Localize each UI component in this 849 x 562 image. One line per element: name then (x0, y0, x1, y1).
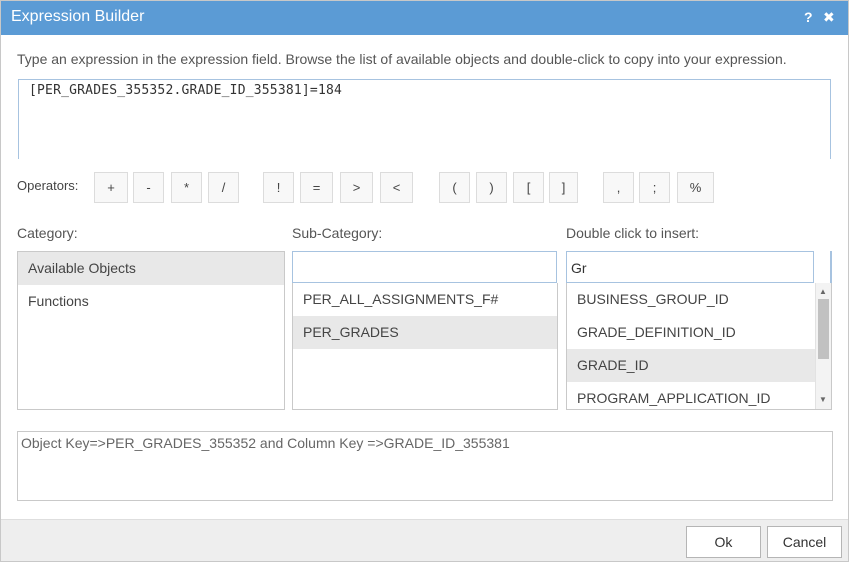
expression-field[interactable]: [PER_GRADES_355352.GRADE_ID_355381]=184 (18, 79, 831, 159)
operator-equals-button[interactable]: = (300, 172, 333, 203)
subcategory-item-per-grades[interactable]: PER_GRADES (293, 316, 557, 349)
insert-search-input[interactable]: Gr (566, 251, 814, 283)
operator-multiply-button[interactable]: * (171, 172, 202, 203)
operator-close-bracket-button[interactable]: ] (549, 172, 578, 203)
instructions-text: Type an expression in the expression fie… (17, 51, 787, 67)
operator-minus-button[interactable]: - (133, 172, 164, 203)
ok-button[interactable]: Ok (686, 526, 761, 558)
operator-open-paren-button[interactable]: ( (439, 172, 470, 203)
operator-semicolon-button[interactable]: ; (639, 172, 670, 203)
operator-greater-button[interactable]: > (340, 172, 373, 203)
status-box: Object Key=>PER_GRADES_355352 and Column… (17, 431, 833, 501)
operator-comma-button[interactable]: , (603, 172, 634, 203)
close-icon[interactable]: ✖ (823, 9, 835, 25)
operator-close-paren-button[interactable]: ) (476, 172, 507, 203)
insert-list-scrollbar[interactable]: ▲ ▼ (815, 283, 831, 409)
subcategory-item-per-all-assignments[interactable]: PER_ALL_ASSIGNMENTS_F# (293, 283, 557, 316)
scroll-thumb[interactable] (818, 299, 829, 359)
operator-divide-button[interactable]: / (208, 172, 239, 203)
operator-percent-button[interactable]: % (677, 172, 714, 203)
insert-search-edge (830, 251, 832, 283)
category-label: Category: (17, 225, 78, 241)
operators-label: Operators: (17, 178, 79, 193)
category-list: Available Objects Functions (17, 251, 285, 410)
category-item-functions[interactable]: Functions (18, 285, 284, 318)
insert-list: BUSINESS_GROUP_ID GRADE_DEFINITION_ID GR… (566, 283, 832, 410)
insert-item-grade-definition-id[interactable]: GRADE_DEFINITION_ID (567, 316, 831, 349)
help-icon[interactable]: ? (804, 9, 813, 25)
insert-item-business-group-id[interactable]: BUSINESS_GROUP_ID (567, 283, 831, 316)
dialog-title: Expression Builder (11, 8, 145, 25)
operator-not-button[interactable]: ! (263, 172, 294, 203)
operator-open-bracket-button[interactable]: [ (513, 172, 544, 203)
operator-less-button[interactable]: < (380, 172, 413, 203)
scroll-up-icon[interactable]: ▲ (819, 287, 827, 297)
title-bar: Expression Builder ? ✖ (1, 1, 848, 35)
subcategory-search-input[interactable] (292, 251, 557, 283)
subcategory-list: PER_ALL_ASSIGNMENTS_F# PER_GRADES (292, 283, 558, 410)
cancel-button[interactable]: Cancel (767, 526, 842, 558)
subcategory-label: Sub-Category: (292, 225, 383, 241)
category-item-available-objects[interactable]: Available Objects (18, 252, 284, 285)
scroll-down-icon[interactable]: ▼ (819, 395, 827, 405)
expression-builder-dialog: Expression Builder ? ✖ Type an expressio… (0, 0, 849, 562)
insert-item-grade-id[interactable]: GRADE_ID (567, 349, 831, 382)
insert-item-program-application-id[interactable]: PROGRAM_APPLICATION_ID (567, 382, 831, 409)
operator-plus-button[interactable]: + (94, 172, 128, 203)
dialog-footer: Ok Cancel (1, 519, 848, 561)
insert-label: Double click to insert: (566, 225, 700, 241)
